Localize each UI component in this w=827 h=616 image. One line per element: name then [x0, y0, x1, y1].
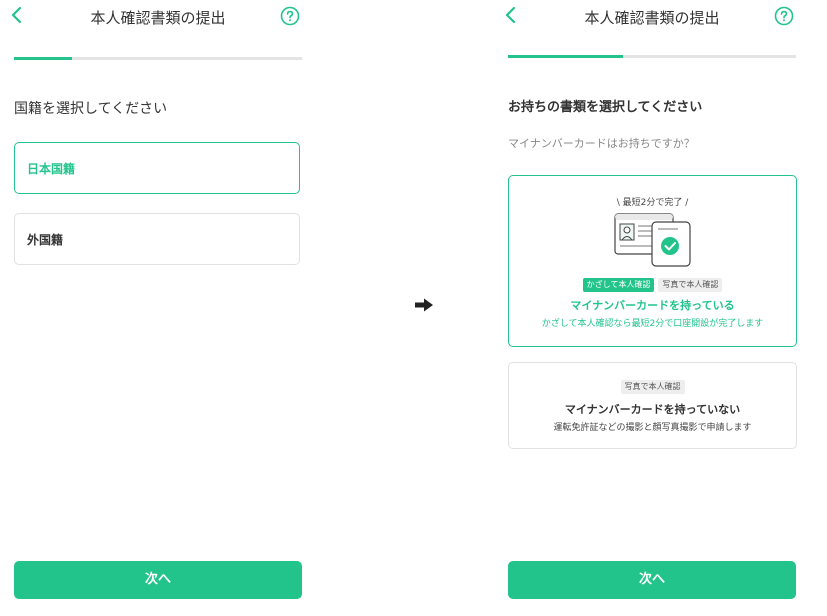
next-button[interactable]: 次へ [508, 561, 796, 599]
question-heading: 国籍を選択してください [14, 101, 168, 117]
question-circle-icon[interactable] [774, 6, 794, 26]
card-title: マイナンバーカードを持っていない [564, 403, 741, 416]
progress-fill [508, 55, 624, 58]
progress-fill [14, 57, 72, 60]
badge-photo: 写真で本人確認 [658, 278, 723, 292]
badge-photo: 写真で本人確認 [620, 380, 685, 394]
progress-bar [508, 55, 796, 58]
tagline: \ 最短2分で完了 / [616, 198, 689, 208]
header: 本人確認書類の提出 [505, 0, 796, 34]
nationality-screen: 本人確認書類の提出 国籍を選択してください 日本国籍 外国籍 次へ [11, 0, 302, 616]
card-description: 運転免許証などの撮影と顔写真撮影で申請します [553, 423, 752, 433]
document-type-screen: 本人確認書類の提出 お持ちの書類を選択してください マイナンバーカードはお持ちで… [505, 0, 797, 616]
option-has-mynumber-card[interactable]: \ 最短2分で完了 / かざして本人確認 写真で本人確認 マイナンバーカードを持っ… [508, 175, 797, 347]
badge-nfc: かざして本人確認 [582, 278, 655, 292]
page-title: 本人確認書類の提出 [90, 9, 226, 27]
question-heading: お持ちの書類を選択してください [508, 100, 703, 115]
page-title: 本人確認書類の提出 [584, 9, 720, 27]
header: 本人確認書類の提出 [11, 0, 302, 34]
next-button[interactable]: 次へ [14, 561, 302, 599]
badge-row: かざして本人確認 写真で本人確認 [509, 278, 796, 292]
badge-row: 写真で本人確認 [509, 380, 796, 394]
question-subtext: マイナンバーカードはお持ちですか？ [508, 137, 695, 150]
question-circle-icon[interactable] [280, 6, 300, 26]
option-no-mynumber-card[interactable]: 写真で本人確認 マイナンバーカードを持っていない 運転免許証などの撮影と顔写真撮… [508, 362, 797, 449]
option-foreign-nationality[interactable]: 外国籍 [14, 213, 300, 265]
progress-bar [14, 57, 302, 60]
option-label: 外国籍 [27, 233, 64, 247]
id-card-phone-illustration-icon [614, 213, 691, 267]
card-title: マイナンバーカードを持っている [570, 299, 735, 312]
option-label: 日本国籍 [27, 162, 76, 176]
card-description: かざして本人確認なら最短2分で口座開設が完了します [541, 319, 764, 329]
arrow-right-icon [415, 298, 433, 312]
option-japanese-nationality[interactable]: 日本国籍 [14, 142, 300, 194]
